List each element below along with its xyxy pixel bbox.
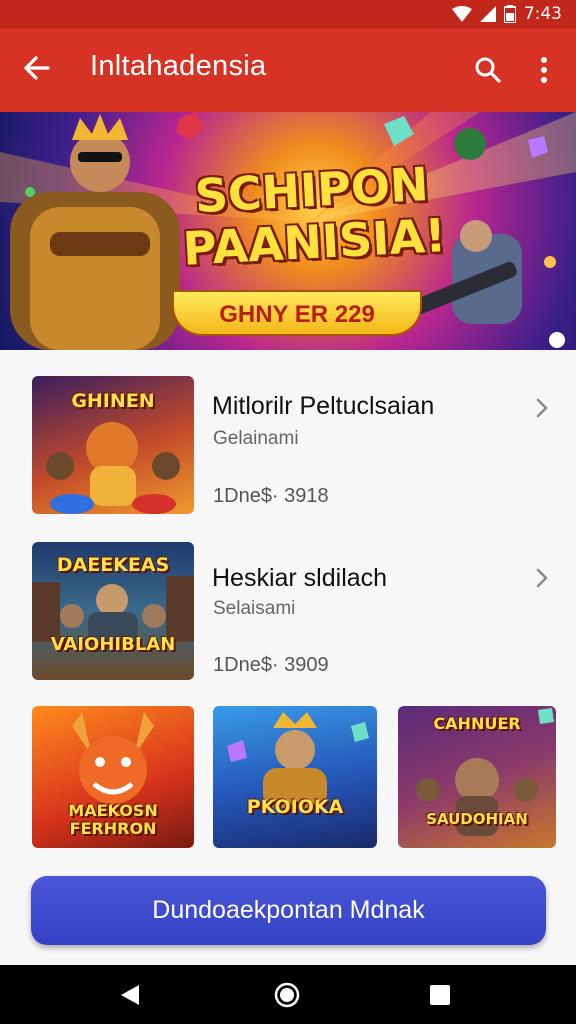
- grid-thumbnail[interactable]: MAEKOSN FERHRON: [32, 706, 194, 848]
- thumbnail-label: MAEKOSN FERHRON: [32, 802, 194, 838]
- thumbnail-label-bottom: SAUDOHIAN: [426, 810, 528, 828]
- list-item-thumbnail: GHINEN: [32, 376, 194, 514]
- grid-thumbnail[interactable]: CAHNUER SAUDOHIAN: [398, 706, 556, 848]
- status-bar: 7:43: [0, 0, 576, 28]
- nav-recents-button[interactable]: [424, 979, 456, 1011]
- wifi-icon: [451, 6, 472, 22]
- search-button[interactable]: [468, 48, 508, 92]
- grid-thumbnail[interactable]: PKOIOKA: [213, 706, 377, 848]
- thumbnail-label-line2: FERHRON: [69, 819, 157, 838]
- chevron-right-icon: [530, 566, 554, 590]
- hero-banner[interactable]: SCHIPON PAANISIA! GHNY ER 229: [0, 112, 576, 350]
- banner-headline: SCHIPON PAANISIA!: [175, 157, 450, 276]
- thumbnail-label-top: DAEEKEAS: [56, 554, 170, 576]
- signal-icon: [479, 6, 496, 22]
- banner-subline: GHNY ER 229: [172, 290, 422, 336]
- nav-back-button[interactable]: [114, 979, 146, 1011]
- back-button[interactable]: [16, 46, 56, 90]
- nav-home-icon: [274, 982, 300, 1008]
- item-subtitle: Gelainami: [213, 428, 299, 449]
- nav-home-button[interactable]: [271, 979, 303, 1011]
- more-options-button[interactable]: [526, 48, 562, 92]
- back-arrow-icon: [24, 56, 50, 80]
- item-meta: 1Dne$· 3909: [213, 654, 329, 676]
- thumbnail-artwork: [227, 712, 369, 808]
- battery-icon: [503, 5, 516, 23]
- thumbnail-label-top: CAHNUER: [433, 714, 521, 733]
- status-icons: 7:43: [451, 4, 562, 24]
- chevron-right-icon: [530, 396, 554, 420]
- status-time: 7:43: [523, 4, 562, 24]
- primary-action-button[interactable]: Dundoaekpontan Mdnak: [31, 876, 546, 945]
- carousel-indicator-dot[interactable]: [549, 332, 565, 348]
- thumbnail-label-line1: MAEKOSN: [68, 801, 158, 820]
- nav-recents-icon: [430, 985, 450, 1005]
- list-item[interactable]: GHINEN Mitlorilr Peltuclsaian Gelainami …: [0, 370, 576, 520]
- item-subtitle: Selaisami: [213, 598, 296, 619]
- nav-back-icon: [121, 985, 139, 1005]
- list-item[interactable]: DAEEKEAS VAIOHIBLAN Heskiar sldilach Sel…: [0, 536, 576, 686]
- system-nav-bar: [0, 965, 576, 1024]
- item-title: Heskiar sldilach: [212, 564, 388, 592]
- item-title: Mitlorilr Peltuclsaian: [212, 392, 435, 420]
- more-vert-icon: [541, 57, 547, 83]
- item-meta: 1Dne$· 3918: [213, 485, 329, 507]
- thumbnail-label-bottom: VAIOHIBLAN: [50, 634, 176, 655]
- thumbnail-label: PKOIOKA: [246, 796, 344, 818]
- list-item-thumbnail: DAEEKEAS VAIOHIBLAN: [32, 542, 194, 680]
- search-icon: [475, 57, 501, 83]
- thumbnail-label: GHINEN: [71, 390, 155, 412]
- app-title: Inltahadensia: [90, 50, 267, 82]
- app-bar: Inltahadensia: [0, 28, 576, 112]
